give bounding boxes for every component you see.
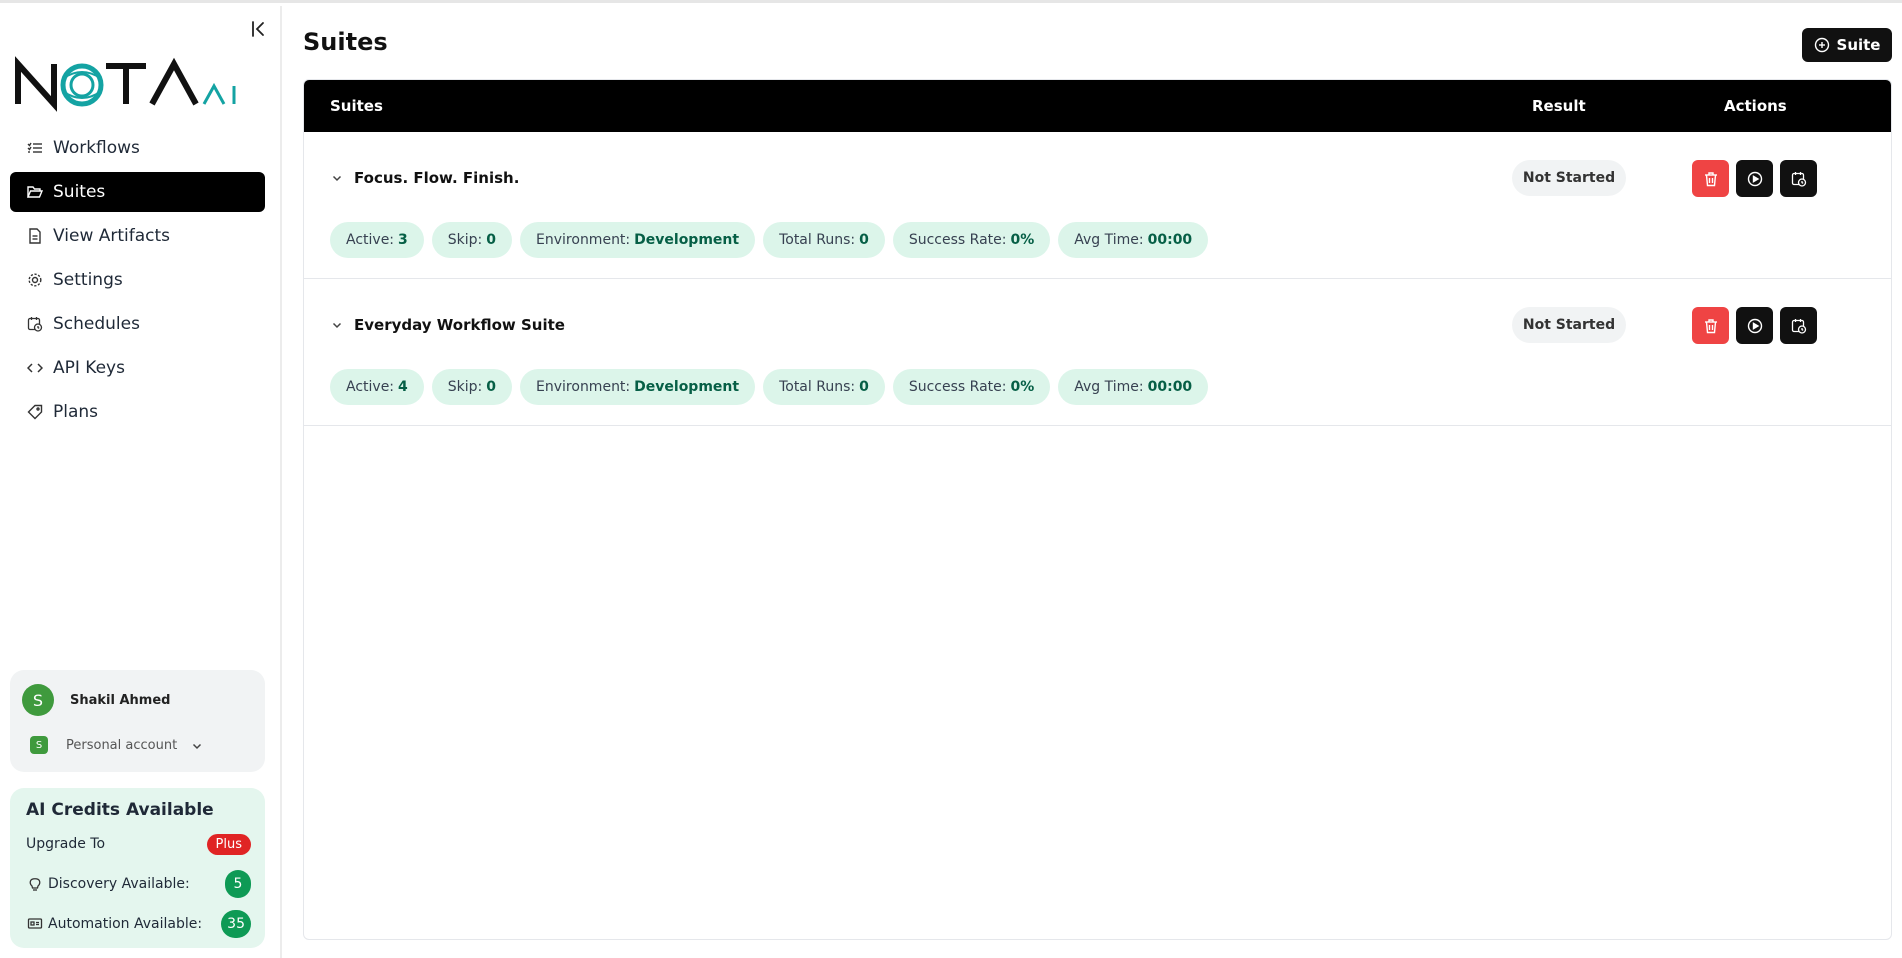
discovery-count-badge: 5 bbox=[225, 870, 251, 898]
automation-count-badge: 35 bbox=[221, 910, 251, 938]
gear-icon bbox=[26, 271, 44, 289]
discovery-label: Discovery Available: bbox=[48, 876, 190, 892]
automation-icon bbox=[26, 915, 44, 933]
tag-icon bbox=[26, 403, 44, 421]
add-suite-label: Suite bbox=[1836, 36, 1881, 54]
run-suite-button[interactable] bbox=[1736, 307, 1773, 344]
add-suite-button[interactable]: Suite bbox=[1802, 28, 1892, 62]
delete-suite-button[interactable] bbox=[1692, 307, 1729, 344]
sidebar-item-label: Plans bbox=[53, 402, 99, 422]
sidebar-item-view-artifacts[interactable]: View Artifacts bbox=[10, 216, 265, 256]
play-circle-icon bbox=[1747, 318, 1762, 333]
schedule-suite-button[interactable] bbox=[1780, 307, 1817, 344]
stat-chip-environment: Environment: Development bbox=[520, 369, 756, 405]
expand-chevron-icon[interactable] bbox=[330, 170, 344, 184]
sidebar-item-label: Suites bbox=[53, 182, 106, 202]
run-suite-button[interactable] bbox=[1736, 160, 1773, 197]
automation-label: Automation Available: bbox=[48, 916, 203, 932]
sidebar-item-settings[interactable]: Settings bbox=[10, 260, 265, 300]
table-row: Focus. Flow. Finish. Not Started Active:… bbox=[304, 132, 1891, 279]
upgrade-row: Upgrade To Plus bbox=[26, 830, 251, 858]
calendar-clock-icon bbox=[1791, 171, 1806, 187]
calendar-clock-icon bbox=[1791, 318, 1806, 334]
code-icon bbox=[26, 359, 44, 377]
stat-chip-skip: Skip: 0 bbox=[431, 222, 513, 258]
sidebar: Workflows Suites View Artifacts Settings… bbox=[0, 6, 282, 958]
stat-chip-success-rate: Success Rate: 0% bbox=[892, 222, 1051, 258]
account-switcher[interactable]: Personal account bbox=[66, 738, 177, 753]
stat-chip-environment: Environment: Development bbox=[520, 222, 756, 258]
sidebar-item-workflows[interactable]: Workflows bbox=[10, 128, 265, 168]
upgrade-plus-badge[interactable]: Plus bbox=[206, 833, 251, 855]
nota-ai-logo bbox=[14, 56, 264, 112]
stat-chip-avg-time: Avg Time: 00:00 bbox=[1058, 222, 1209, 258]
list-check-icon bbox=[26, 139, 44, 157]
schedule-suite-button[interactable] bbox=[1780, 160, 1817, 197]
column-header-result: Result bbox=[1532, 97, 1586, 115]
suite-stats: Active: 3 Skip: 0 Environment: Development … bbox=[330, 222, 1209, 258]
suites-table: Suites Result Actions Focus. Flow. Finis… bbox=[303, 79, 1892, 940]
suite-stats: Active: 4 Skip: 0 Environment: Development … bbox=[330, 369, 1209, 405]
sidebar-nav: Workflows Suites View Artifacts Settings… bbox=[10, 128, 265, 436]
play-circle-icon bbox=[1747, 171, 1762, 186]
ai-credits-card: AI Credits Available Upgrade To Plus Dis… bbox=[10, 788, 265, 948]
column-header-suites: Suites bbox=[330, 97, 383, 115]
sidebar-item-label: View Artifacts bbox=[53, 226, 171, 246]
delete-suite-button[interactable] bbox=[1692, 160, 1729, 197]
user-name: Shakil Ahmed bbox=[70, 693, 171, 708]
stat-chip-success-rate: Success Rate: 0% bbox=[892, 369, 1051, 405]
sidebar-item-label: API Keys bbox=[53, 358, 125, 378]
main-content: Suites Suite Suites Result Actions Focus… bbox=[284, 6, 1902, 958]
collapse-sidebar-icon[interactable] bbox=[248, 18, 270, 40]
account-avatar: S bbox=[30, 736, 48, 754]
stat-chip-active: Active: 4 bbox=[330, 369, 424, 405]
sidebar-item-label: Workflows bbox=[53, 138, 140, 158]
table-header: Suites Result Actions bbox=[304, 80, 1891, 132]
stat-chip-total-runs: Total Runs: 0 bbox=[763, 222, 885, 258]
result-badge: Not Started bbox=[1512, 160, 1626, 196]
sidebar-item-api-keys[interactable]: API Keys bbox=[10, 348, 265, 388]
plus-circle-icon bbox=[1814, 37, 1830, 53]
sidebar-item-label: Settings bbox=[53, 270, 123, 290]
sidebar-item-schedules[interactable]: Schedules bbox=[10, 304, 265, 344]
user-card: S Shakil Ahmed S Personal account bbox=[10, 670, 265, 772]
trash-icon bbox=[1704, 171, 1717, 186]
expand-chevron-icon[interactable] bbox=[330, 317, 344, 331]
avatar: S bbox=[22, 684, 54, 716]
discovery-row: Discovery Available: 5 bbox=[26, 870, 251, 898]
lightbulb-icon bbox=[26, 875, 44, 893]
sidebar-item-plans[interactable]: Plans bbox=[10, 392, 265, 432]
trash-icon bbox=[1704, 318, 1717, 333]
table-row: Everyday Workflow Suite Not Started Acti… bbox=[304, 279, 1891, 426]
suite-name[interactable]: Everyday Workflow Suite bbox=[354, 316, 565, 334]
stat-chip-total-runs: Total Runs: 0 bbox=[763, 369, 885, 405]
sidebar-item-label: Schedules bbox=[53, 314, 140, 334]
page-title: Suites bbox=[303, 28, 388, 56]
credits-title: AI Credits Available bbox=[26, 800, 214, 820]
folder-open-icon bbox=[26, 183, 44, 201]
result-badge: Not Started bbox=[1512, 307, 1626, 343]
upgrade-label: Upgrade To bbox=[26, 836, 106, 852]
stat-chip-skip: Skip: 0 bbox=[431, 369, 513, 405]
automation-row: Automation Available: 35 bbox=[26, 910, 251, 938]
sidebar-item-suites[interactable]: Suites bbox=[10, 172, 265, 212]
stat-chip-avg-time: Avg Time: 00:00 bbox=[1058, 369, 1209, 405]
chevron-down-icon[interactable] bbox=[190, 738, 204, 752]
calendar-clock-icon bbox=[26, 315, 44, 333]
stat-chip-active: Active: 3 bbox=[330, 222, 424, 258]
file-icon bbox=[26, 227, 44, 245]
suite-name[interactable]: Focus. Flow. Finish. bbox=[354, 169, 519, 187]
column-header-actions: Actions bbox=[1724, 97, 1787, 115]
